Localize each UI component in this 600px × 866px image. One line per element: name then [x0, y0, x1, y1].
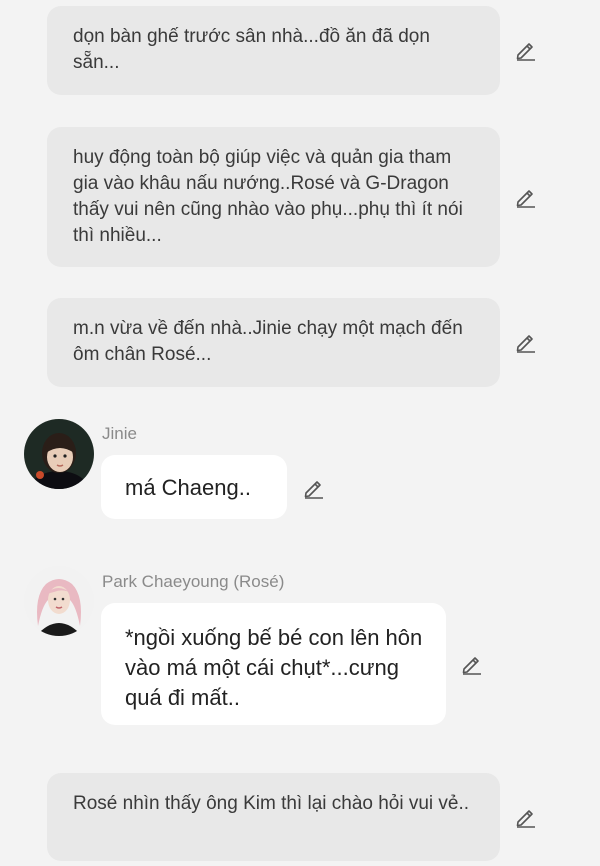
dialogue-text: má Chaeng..: [125, 475, 251, 500]
pencil-edit-icon[interactable]: [460, 652, 484, 676]
dialogue-bubble: *ngồi xuống bế bé con lên hôn vào má một…: [101, 603, 446, 725]
avatar-jinie[interactable]: [24, 419, 94, 489]
pencil-edit-icon[interactable]: [514, 330, 538, 354]
narration-text: Rosé nhìn thấy ông Kim thì lại chào hỏi …: [73, 793, 470, 814]
narration-text: dọn bàn ghế trước sân nhà...đồ ăn đã dọn…: [73, 26, 430, 73]
narration-bubble: Rosé nhìn thấy ông Kim thì lại chào hỏi …: [47, 773, 500, 861]
speaker-name: Park Chaeyoung (Rosé): [102, 572, 285, 591]
pencil-edit-icon[interactable]: [514, 38, 538, 62]
narration-bubble: huy động toàn bộ giúp việc và quản gia t…: [47, 127, 500, 267]
narration-text: m.n vừa về đến nhà..Jinie chạy một mạch …: [73, 318, 463, 365]
speaker-name: Jinie: [102, 424, 137, 443]
pencil-edit-icon[interactable]: [514, 185, 538, 209]
dialogue-text: *ngồi xuống bế bé con lên hôn vào má một…: [125, 625, 423, 710]
pencil-edit-icon[interactable]: [302, 476, 326, 500]
dialogue-bubble: má Chaeng..: [101, 455, 287, 519]
narration-text: huy động toàn bộ giúp việc và quản gia t…: [73, 147, 463, 246]
avatar-park-chaeyoung[interactable]: [24, 566, 94, 636]
pencil-edit-icon[interactable]: [514, 805, 538, 829]
narration-bubble: m.n vừa về đến nhà..Jinie chạy một mạch …: [47, 298, 500, 387]
narration-bubble: dọn bàn ghế trước sân nhà...đồ ăn đã dọn…: [47, 6, 500, 95]
